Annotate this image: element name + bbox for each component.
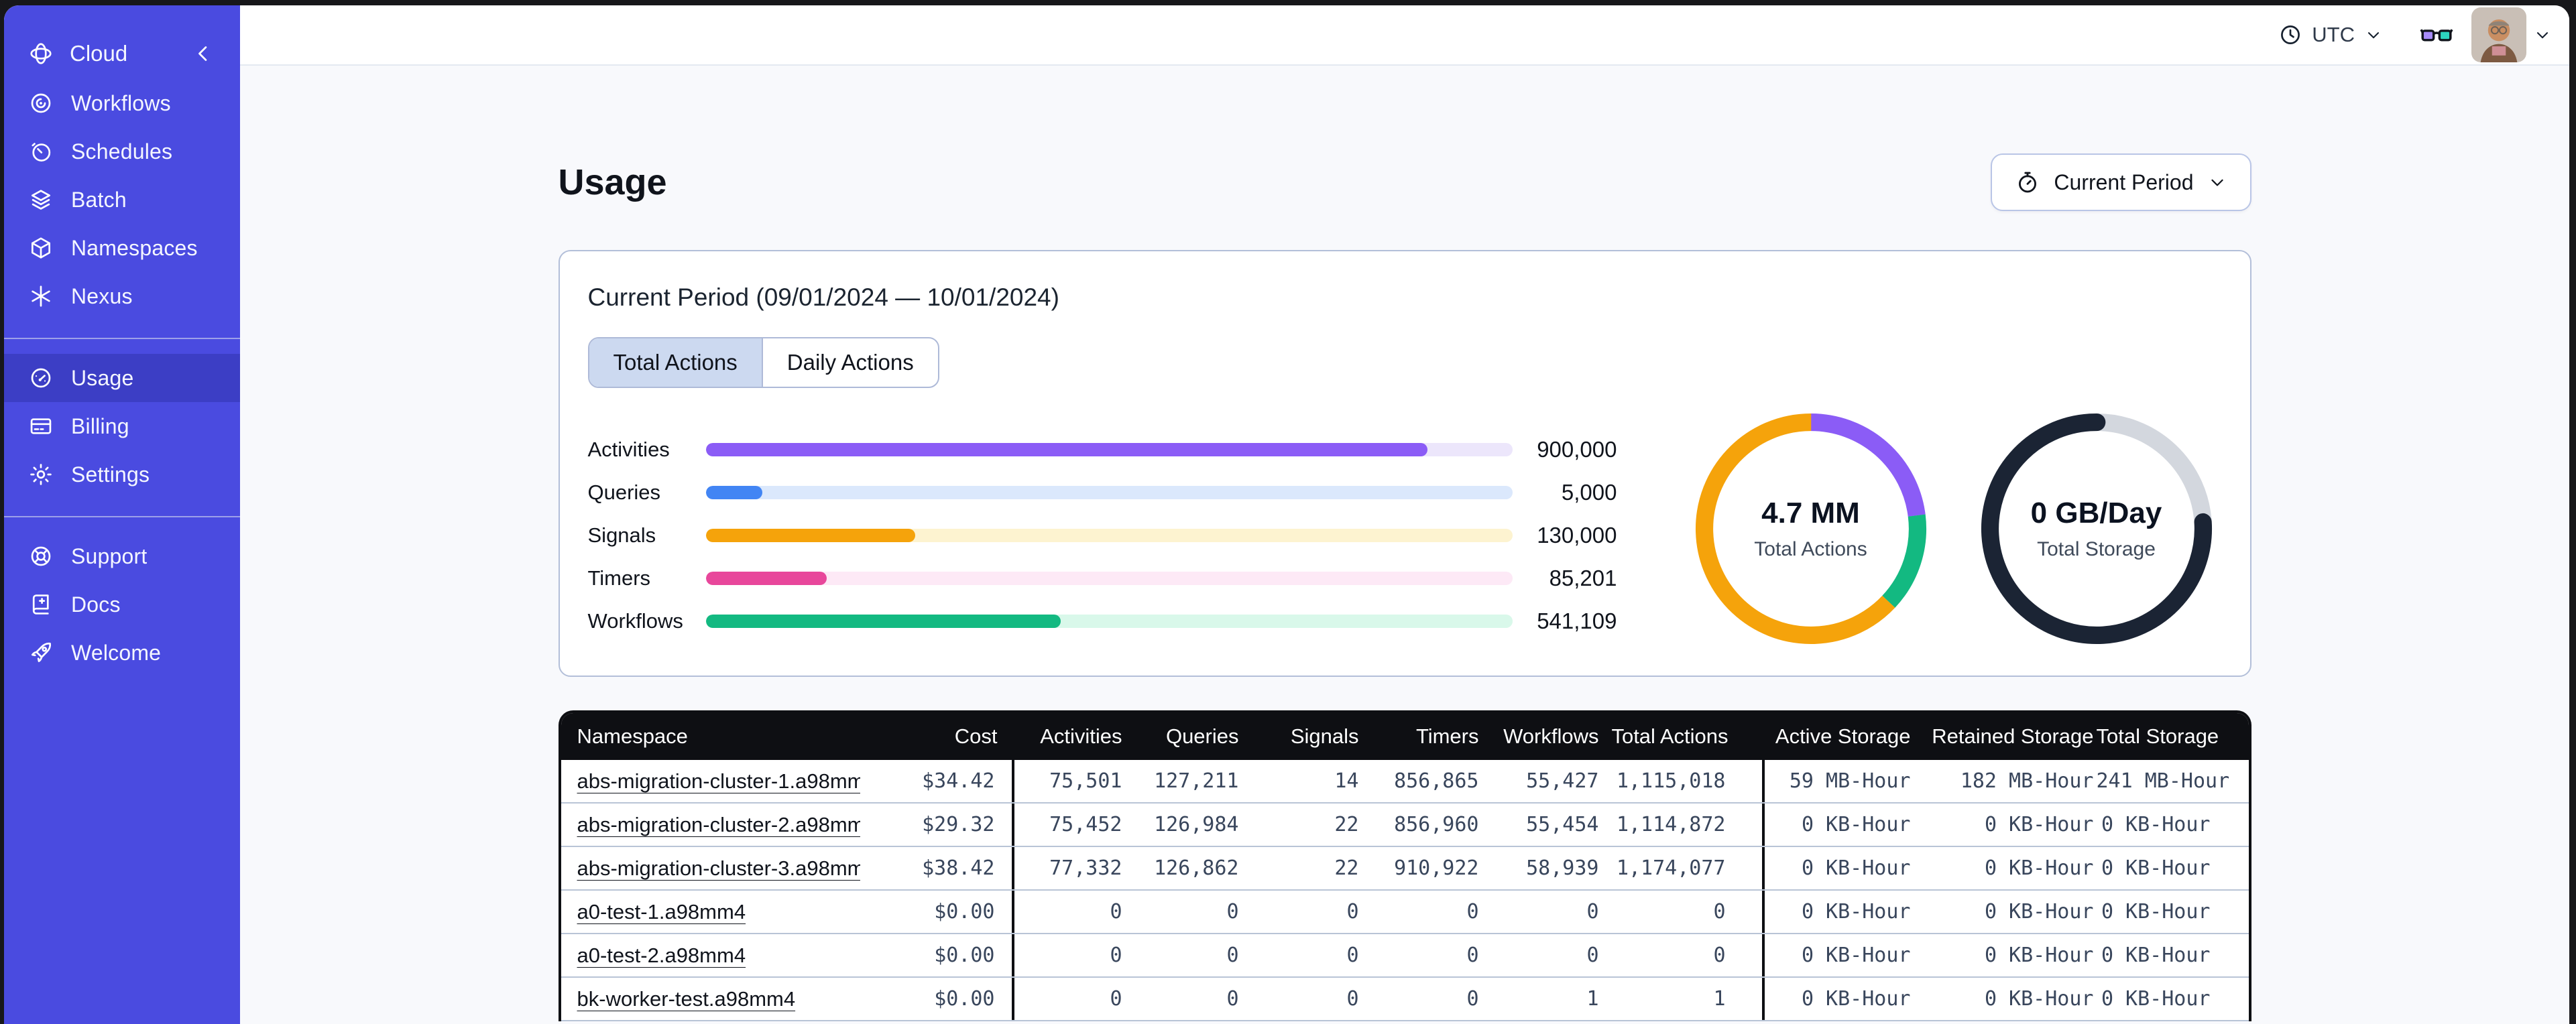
period-selector-label: Current Period [2054, 170, 2194, 194]
tab-daily-actions[interactable]: Daily Actions [761, 338, 938, 387]
total-storage-value: 0 GB/Day [2030, 497, 2162, 529]
workflows-icon [28, 90, 54, 116]
table-row: abs-migration-cluster-3.a98mm4 $38.42 77… [561, 847, 2249, 891]
timezone-label: UTC [2312, 23, 2355, 46]
total-storage-label: Total Storage [2037, 538, 2156, 560]
chevron-down-icon [2367, 32, 2380, 39]
total-actions-value: 4.7 MM [1761, 497, 1860, 529]
stopwatch-icon [2019, 172, 2037, 193]
card-heading: Current Period (09/01/2024 — 10/01/2024) [587, 283, 1059, 311]
table-row: abs-migration-cluster-2.a98mm4 $29.32 75… [561, 804, 2249, 847]
chevron-down-icon [2536, 32, 2549, 39]
bar-value: 900,000 [1537, 437, 1617, 462]
tab-total-actions[interactable]: Total Actions [589, 338, 762, 387]
bar-value: 130,000 [1537, 523, 1617, 548]
table-row: abs-migration-cluster-1.a98mm4 $34.42 75… [561, 760, 2249, 804]
bar-track [705, 615, 1513, 628]
namespace-link[interactable]: abs-migration-cluster-1.a98mm4 [577, 769, 860, 793]
topbar: UTC [240, 5, 2569, 66]
actions-bar-chart: Activities 900,000 Queries 5,000 Signals [588, 428, 1619, 643]
support-lifebuoy-icon [28, 543, 54, 569]
bar-value: 85,201 [1549, 566, 1617, 590]
bar-row-queries: Queries 5,000 [587, 480, 1617, 505]
table-row: a0-test-2.a98mm4 $0.00 0 0 0 0 0 0 0 KB-… [561, 934, 2249, 978]
billing-card-icon [28, 413, 54, 439]
sidebar-item-billing[interactable]: Billing [4, 402, 240, 450]
docs-book-icon [28, 592, 54, 617]
sidebar-collapse-button[interactable] [190, 41, 216, 66]
schedules-icon [28, 139, 54, 164]
bar-row-workflows: Workflows 541,109 [587, 609, 1617, 633]
bar-fill [705, 615, 1061, 628]
actions-tab-group: Total Actions Daily Actions [587, 337, 939, 388]
total-actions-label: Total Actions [1754, 538, 1867, 560]
bar-value: 5,000 [1561, 480, 1617, 505]
nexus-asterisk-icon [28, 283, 54, 309]
namespace-link[interactable]: abs-migration-cluster-2.a98mm4 [577, 813, 860, 836]
user-menu[interactable] [2471, 7, 2552, 62]
bar-track [705, 443, 1513, 456]
bar-fill [705, 572, 827, 585]
sidebar-item-workflows[interactable]: Workflows [4, 79, 240, 127]
settings-gear-icon [28, 462, 54, 487]
sidebar-item-docs[interactable]: Docs [4, 580, 240, 629]
namespace-link[interactable]: a0-test-1.a98mm4 [577, 900, 746, 923]
batch-layers-icon [28, 187, 54, 212]
chevron-down-icon [2211, 179, 2223, 186]
namespace-link[interactable]: abs-migration-cluster-3.a98mm4 [577, 856, 860, 880]
glasses-icon [2420, 29, 2453, 42]
namespaces-cube-icon [28, 235, 54, 261]
main-panel: Usage Current Period Current Period (09/… [240, 66, 2569, 1024]
temporal-logo-icon [28, 41, 54, 66]
bar-track [705, 529, 1513, 542]
sidebar: Cloud Workflows Schedules Batch Namespac… [4, 5, 240, 1024]
total-storage-donut: 0 GB/Day Total Storage [1971, 403, 2222, 654]
timezone-selector[interactable]: UTC [2272, 16, 2390, 54]
bar-fill [705, 529, 916, 542]
bar-value: 541,109 [1537, 609, 1617, 633]
namespace-usage-table: Namespace Cost Activities Queries Signal… [558, 710, 2251, 1021]
sidebar-item-support[interactable]: Support [4, 532, 240, 580]
bar-row-activities: Activities 900,000 [587, 437, 1617, 462]
bar-fill [705, 443, 1428, 456]
sidebar-item-batch[interactable]: Batch [4, 176, 240, 224]
page-title: Usage [558, 162, 667, 202]
app-window: Cloud Workflows Schedules Batch Namespac… [4, 5, 2569, 1024]
sidebar-divider [4, 516, 240, 517]
period-selector-button[interactable]: Current Period [1991, 153, 2251, 211]
bar-fill [705, 486, 762, 499]
table-header: Namespace Cost Activities Queries Signal… [561, 713, 2249, 760]
sidebar-divider [4, 338, 240, 339]
content-area: UTC Usage Current Period Current Period … [240, 5, 2569, 1024]
sidebar-item-settings[interactable]: Settings [4, 450, 240, 499]
sidebar-item-namespaces[interactable]: Namespaces [4, 224, 240, 272]
sidebar-header: Cloud [4, 28, 240, 79]
bar-track [705, 572, 1513, 585]
bar-track [705, 486, 1513, 499]
sidebar-title: Cloud [70, 41, 128, 66]
sidebar-item-schedules[interactable]: Schedules [4, 127, 240, 176]
usage-gauge-icon [28, 365, 54, 391]
bar-row-signals: Signals 130,000 [587, 523, 1617, 548]
clock-icon [2281, 25, 2300, 44]
accessibility-glasses-button[interactable] [2419, 17, 2454, 52]
sidebar-item-welcome[interactable]: Welcome [4, 629, 240, 677]
current-period-card: Current Period (09/01/2024 — 10/01/2024)… [558, 250, 2251, 677]
sidebar-item-usage[interactable]: Usage [4, 354, 240, 402]
table-row: a0-test-1.a98mm4 $0.00 0 0 0 0 0 0 0 KB-… [561, 891, 2249, 934]
bar-row-timers: Timers 85,201 [587, 566, 1617, 590]
welcome-rocket-icon [28, 640, 54, 665]
user-avatar [2471, 7, 2526, 62]
namespace-link[interactable]: bk-worker-test.a98mm4 [577, 987, 796, 1011]
namespace-link[interactable]: a0-test-2.a98mm4 [577, 944, 746, 967]
sidebar-item-nexus[interactable]: Nexus [4, 272, 240, 320]
table-row: bk-worker-test.a98mm4 $0.00 0 0 0 0 1 1 … [561, 978, 2249, 1021]
total-actions-donut: 4.7 MM Total Actions [1686, 403, 1936, 654]
